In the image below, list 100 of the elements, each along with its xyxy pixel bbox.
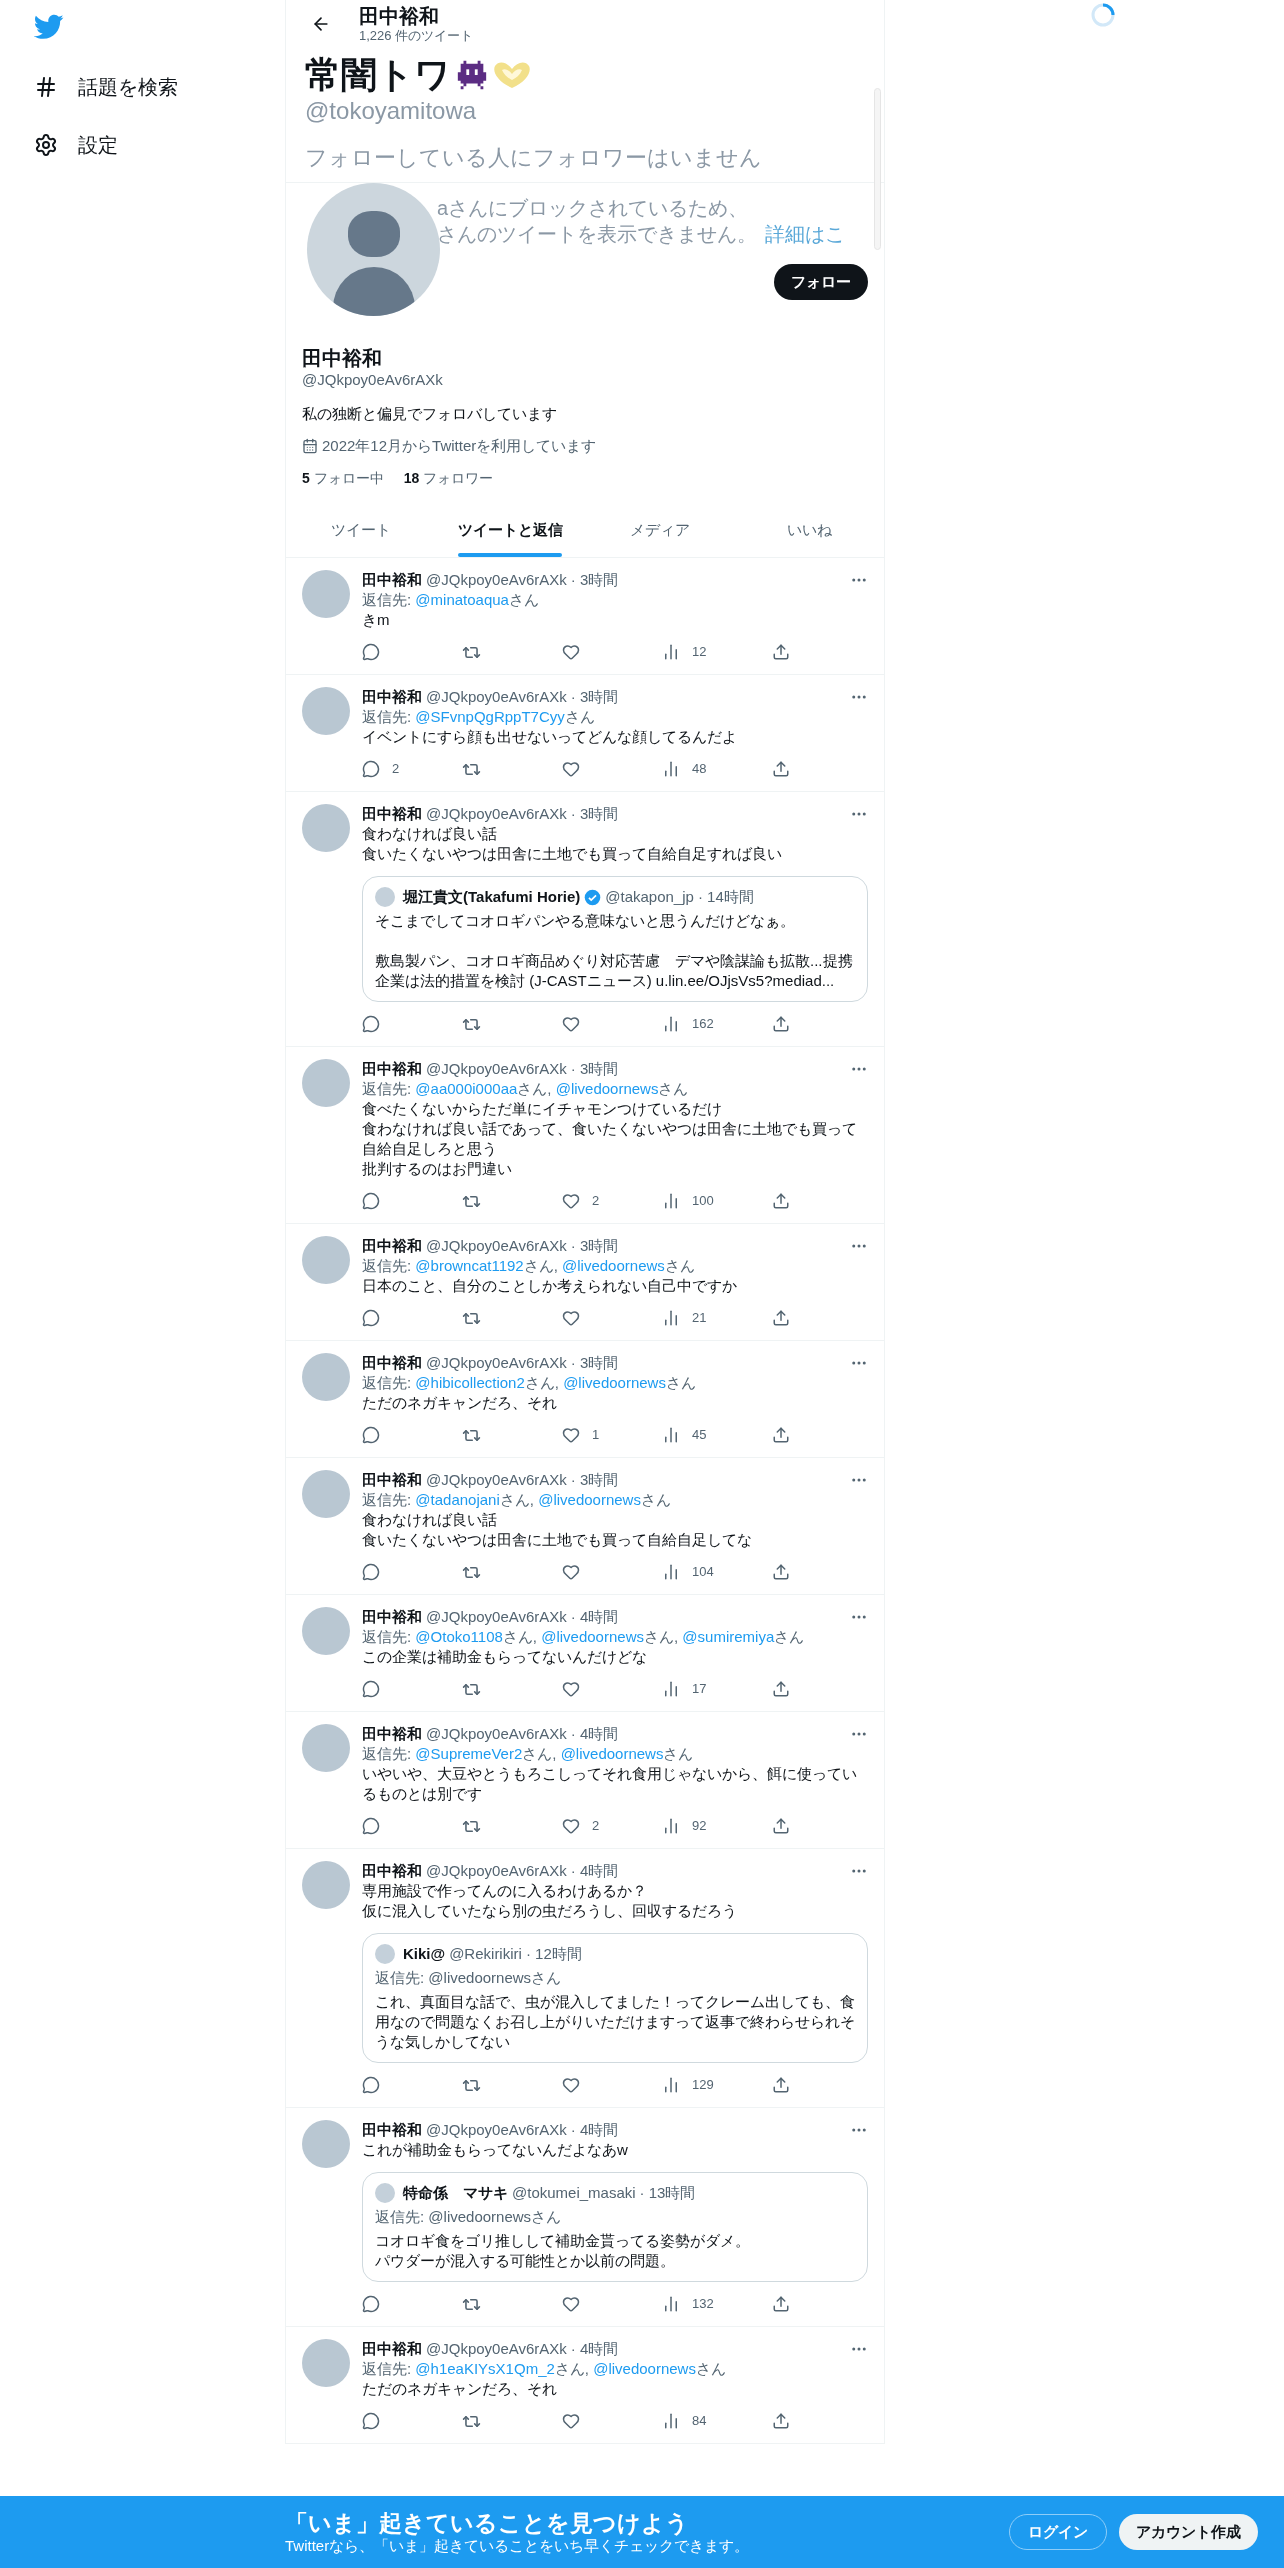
quoted-tweet[interactable]: Kiki@ @Rekirikiri · 12時間 返信先: @livedoornewsさん これ、真面目な話で、虫が混入してました！ってクレーム出しても、食用なので問題なくお召し上がりいただけますって返事で終わらせられそうな気しかしてない [362,1933,868,2063]
share-icon[interactable] [772,2412,790,2430]
share-icon[interactable] [772,1680,790,1698]
tweet[interactable]: 田中裕和 @JQkpoy0eAv6rAXk · 3時間 返信先: @hibicollection2さん, @livedoornewsさん ただのネガキャンだろ、それ 1 45 [286,1341,884,1458]
reply-icon[interactable] [362,1309,380,1327]
profile-tab[interactable]: ツイートと返信 [435,504,585,557]
tweet[interactable]: 田中裕和 @JQkpoy0eAv6rAXk · 3時間 返信先: @SFvnpQgRppT7Cyyさん イベントにすら顔も出せないってどんな顔してるんだよ 2 48 [286,675,884,792]
quote-handle: @Rekirikiri [449,1944,522,1964]
share-icon[interactable] [772,1563,790,1581]
author-handle: @JQkpoy0eAv6rAXk [426,1470,567,1490]
like-icon[interactable] [562,2295,580,2313]
quote-author-name: Kiki@ [403,1944,446,1964]
views-icon[interactable] [662,643,680,661]
tweet[interactable]: 田中裕和 @JQkpoy0eAv6rAXk · 4時間 返信先: @SupremeVer2さん, @livedoornewsさん いやいや、大豆やとうもろこしってそれ食用じゃないから、餌に使っているものとは別です 2 92 [286,1712,884,1849]
reply-icon[interactable] [362,2412,380,2430]
reply-line: 返信先: @minatoaquaさん [362,590,540,610]
like-icon[interactable] [562,760,580,778]
author-handle: @JQkpoy0eAv6rAXk [426,1236,567,1256]
views-icon[interactable] [662,1426,680,1444]
quoted-tweet[interactable]: 特命係 マサキ @tokumei_masaki · 13時間 返信先: @livedoornewsさん コオロギ食をゴリ推しして補助金貰ってる姿勢がダメ。 パウダーが混入する可能性とか以前の問題。 [362,2172,868,2282]
reply-line: 返信先: @SupremeVer2さん, @livedoornewsさん [362,1744,695,1764]
profile-tab[interactable]: ツイート [286,504,436,557]
tweet-text: 食わなければ良い話 [362,824,497,844]
avatar [302,1470,350,1518]
tweet[interactable]: 田中裕和 @JQkpoy0eAv6rAXk · 4時間 返信先: @Otoko1108さん, @livedoornewsさん, @sumiremiyaさん この企業は補助金もらってないんだけどな 17 [286,1595,884,1712]
avatar [302,570,350,618]
author-handle: @JQkpoy0eAv6rAXk [426,1861,567,1881]
views-icon[interactable] [662,2076,680,2094]
views-icon[interactable] [662,2295,680,2313]
tweet-text: 食わなければ良い話 [362,1510,497,1530]
quote-handle: @takapon_jp [605,887,694,907]
tweet[interactable]: 田中裕和 @JQkpoy0eAv6rAXk · 4時間 返信先: @h1eaKIYsX1Qm_2さん, @livedoornewsさん ただのネガキャンだろ、それ 84 [286,2327,884,2444]
tweet[interactable]: 田中裕和 @JQkpoy0eAv6rAXk · 3時間 返信先: @tadanojaniさん, @livedoornewsさん 食わなければ良い話 食いたくないやつは田舎に土地でも買って自給自足してな 104 [286,1458,884,1595]
blocked-message: さんのツイートを表示できません。 [437,222,757,247]
action-count: 2 [592,1192,600,1211]
like-icon[interactable] [562,1680,580,1698]
share-icon[interactable] [772,1192,790,1210]
like-icon[interactable] [562,643,580,661]
like-icon[interactable] [562,1817,580,1835]
views-icon[interactable] [662,1817,680,1835]
quote-text: これ、真面目な話で、虫が混入してました！ってクレーム出しても、食用なので問題なくお召し上がりいただけますって返事で終わらせられそうな気しかしてない [375,1992,855,2052]
tweet-text: 専用施設で作ってんのに入るわけあるか？ [362,1881,647,1901]
like-icon[interactable] [562,2412,580,2430]
sidebar-item[interactable]: 話題を検索 [34,66,285,108]
views-icon[interactable] [662,1563,680,1581]
views-icon[interactable] [662,2412,680,2430]
reply-icon[interactable] [362,1680,380,1698]
like-icon[interactable] [562,1015,580,1033]
reply-icon[interactable] [362,1426,380,1444]
quote-text: コオロギ食をゴリ推しして補助金貰ってる姿勢がダメ。 [375,2231,750,2251]
signup-button[interactable]: アカウント作成 [1119,2514,1258,2550]
followers-link[interactable]: 18 フォロワー [403,468,494,488]
like-icon[interactable] [562,2076,580,2094]
banner-subtitle: Twitterなら、「いま」起きていることをいち早くチェックできます。 [285,2537,751,2555]
following-link[interactable]: 5 フォロー中 [302,468,384,488]
like-icon[interactable] [562,1192,580,1210]
like-icon[interactable] [562,1426,580,1444]
like-icon[interactable] [562,1309,580,1327]
profile-name: 田中裕和 [302,346,383,370]
share-icon[interactable] [772,1817,790,1835]
hash-icon [34,75,58,99]
profile-tab[interactable]: いいね [734,504,884,557]
sidebar-item[interactable]: 設定 [34,124,285,166]
reply-icon[interactable] [362,643,380,661]
tweet-time: · 4時間 [570,1861,619,1881]
reply-line: 返信先: @livedoornewsさん [375,1968,563,1988]
views-icon[interactable] [662,1015,680,1033]
author-name: 田中裕和 [362,687,422,707]
share-icon[interactable] [772,2076,790,2094]
views-icon[interactable] [662,1192,680,1210]
follow-button[interactable]: フォロー [774,264,868,300]
share-icon[interactable] [772,643,790,661]
tweet[interactable]: 田中裕和 @JQkpoy0eAv6rAXk · 3時間 返信先: @browncat1192さん, @livedoornewsさん 日本のこと、自分のことしか考えられない自己中ですか 21 [286,1224,884,1341]
profile-tab[interactable]: メディア [585,504,735,557]
share-icon[interactable] [772,2295,790,2313]
share-icon[interactable] [772,1426,790,1444]
like-icon[interactable] [562,1563,580,1581]
reply-icon[interactable] [362,1563,380,1581]
views-icon[interactable] [662,1309,680,1327]
share-icon[interactable] [772,1015,790,1033]
quote-time: · 13時間 [639,2183,696,2203]
views-icon[interactable] [662,1680,680,1698]
avatar [375,887,395,907]
reply-icon[interactable] [362,760,380,778]
reply-icon[interactable] [362,1015,380,1033]
tweet[interactable]: 田中裕和 @JQkpoy0eAv6rAXk · 3時間 返信先: @minatoaquaさん きm 12 [286,558,884,675]
action-count: 100 [692,1192,714,1211]
reply-icon[interactable] [362,2295,380,2313]
quoted-tweet[interactable]: 堀江貴文(Takafumi Horie) @takapon_jp · 14時間 そこまでしてコオロギパンやる意味ないと思うんだけどなぁ。 敷島製パン、コオロギ商品めぐり対応苦慮 デマや陰謀論も拡散...提携 企業は法的措置を検討 (J-CASTニュース) u.lin.ee/OJjsVs5?mediad... [362,876,868,1002]
share-icon[interactable] [772,760,790,778]
reply-icon[interactable] [362,1192,380,1210]
tweet[interactable]: 田中裕和 @JQkpoy0eAv6rAXk · 4時間 専用施設で作ってんのに入るわけあるか？ 仮に混入していたなら別の虫だろうし、回収するだろう Kiki@ @Rekirikiri · 12時間 返信先: @livedoornewsさん これ、真面目な話で、虫が混入してました！ってクレーム出しても、食用なので問題なくお召し上がりいただけますって返事で終わらせられそうな気しかしてない 129 [286,1849,884,2108]
reply-line: 返信先: @livedoornewsさん [375,2207,563,2227]
bird-logo-icon[interactable] [34,14,64,40]
share-icon[interactable] [772,1309,790,1327]
tweet[interactable]: 田中裕和 @JQkpoy0eAv6rAXk · 3時間 返信先: @aa000i000aaさん, @livedoornewsさん 食べたくないからただ単にイチャモンつけているだけ 食わなければ良い話であって、食いたくないやつは田舎に土地でも買って 自給自足しろと思う 批判するのはお門違い 2 100 [286,1047,884,1224]
views-icon[interactable] [662,760,680,778]
reply-icon[interactable] [362,2076,380,2094]
reply-icon[interactable] [362,1817,380,1835]
tweet[interactable]: 田中裕和 @JQkpoy0eAv6rAXk · 4時間 これが補助金もらってないんだよなあw 特命係 マサキ @tokumei_masaki · 13時間 返信先: @livedoornewsさん コオロギ食をゴリ推しして補助金貰ってる姿勢がダメ。 パウダーが混入する可能性とか以前の問題。 132 [286,2108,884,2327]
